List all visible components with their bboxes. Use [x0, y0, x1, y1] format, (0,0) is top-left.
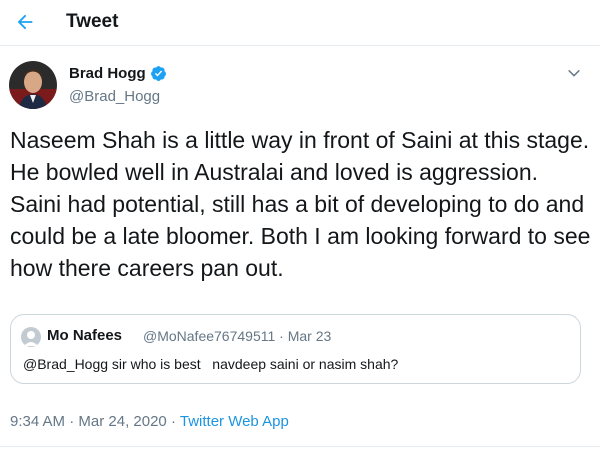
quoted-text: @Brad_Hogg sir who is best navdeep saini…	[23, 356, 399, 372]
tweet-text: Naseem Shah is a little way in front of …	[10, 127, 591, 281]
quoted-meta: @MoNafee76749511 · Mar 23	[143, 328, 331, 344]
author-avatar[interactable]	[9, 61, 57, 109]
default-avatar-icon	[24, 331, 38, 346]
tweet-footer: 9:34 AM · Mar 24, 2020 · Twitter Web App	[10, 413, 289, 430]
quoted-separator: ·	[279, 328, 284, 344]
author-name-row: Brad Hogg	[69, 65, 167, 82]
quoted-handle: @MoNafee76749511	[143, 328, 276, 344]
divider	[0, 446, 600, 447]
avatar-image	[9, 61, 57, 109]
quoted-tweet[interactable]: Mo Nafees @MoNafee76749511 · Mar 23 @Bra…	[10, 314, 581, 384]
back-button[interactable]	[9, 6, 41, 38]
tweet-time[interactable]: 9:34 AM	[10, 413, 65, 430]
page-title: Tweet	[66, 11, 119, 32]
header-bar: Tweet	[0, 0, 600, 46]
footer-separator: ·	[69, 413, 75, 430]
footer-separator: ·	[170, 413, 176, 430]
source-app-link[interactable]: Twitter Web App	[180, 413, 289, 430]
quoted-author-name: Mo Nafees	[47, 327, 123, 344]
quoted-date: Mar 23	[287, 328, 332, 344]
tweet-date[interactable]: Mar 24, 2020	[78, 413, 166, 430]
quoted-avatar[interactable]	[21, 327, 41, 347]
verified-badge-icon	[150, 66, 166, 81]
chevron-down-icon	[568, 69, 580, 77]
more-options-button[interactable]	[563, 62, 585, 84]
arrow-left-icon	[17, 14, 33, 30]
author-handle[interactable]: @Brad_Hogg	[69, 88, 160, 105]
author-name[interactable]: Brad Hogg	[69, 65, 146, 82]
